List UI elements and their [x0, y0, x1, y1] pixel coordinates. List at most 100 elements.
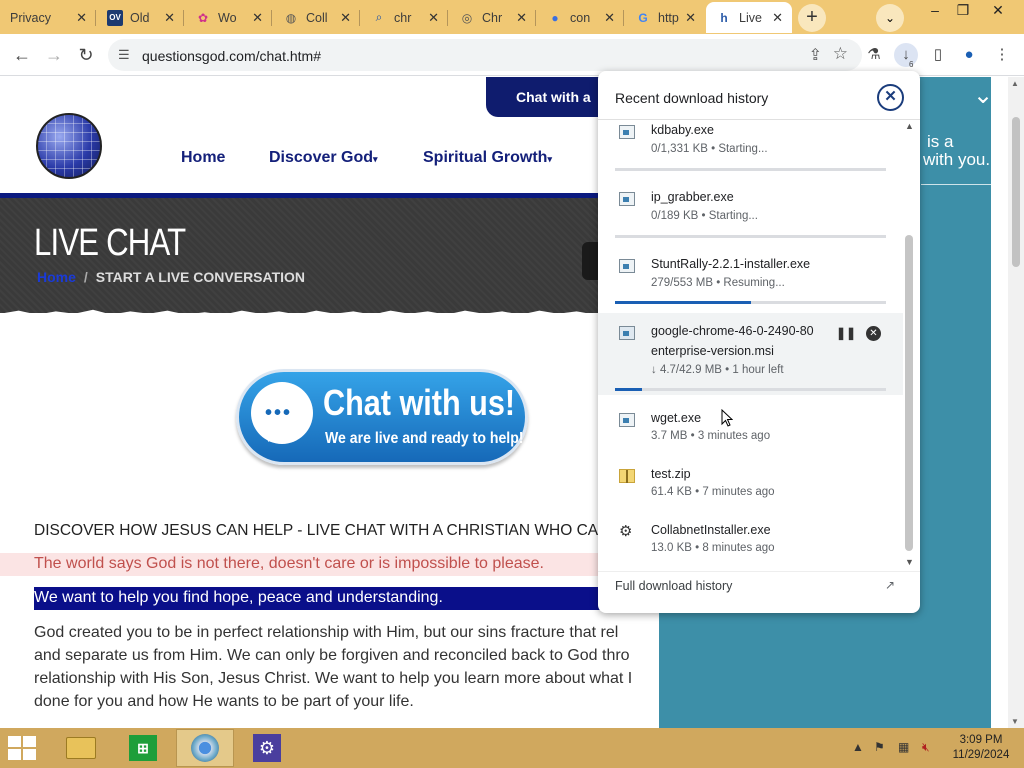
restore-icon[interactable]: ❐ — [950, 0, 976, 22]
tray-expand-icon[interactable]: ▲ — [852, 740, 864, 754]
caret-icon: ▾ — [373, 154, 378, 164]
scrollbar-thumb[interactable] — [1012, 117, 1020, 267]
body-line: and separate us from Him. We can only be… — [34, 647, 630, 664]
tab-label: Privacy — [10, 10, 51, 25]
labs-flask-icon[interactable]: ⚗ — [862, 43, 886, 67]
nav-discover-god[interactable]: Discover God▾ — [269, 149, 378, 167]
body-paragraph: God created you to be in perfect relatio… — [34, 621, 664, 713]
action-center-flag-icon[interactable]: ⚑ — [874, 740, 885, 754]
tab-http[interactable]: G http ✕ — [625, 2, 705, 33]
volume-muted-icon[interactable]: 🔇︎ — [922, 740, 930, 755]
chat-button-title: Chat with us! — [323, 382, 516, 423]
caret-icon: ▾ — [547, 154, 552, 164]
world-says-line: The world says God is not there, doesn't… — [0, 553, 620, 576]
download-list-scrollbar[interactable]: ▲ ▼ — [903, 119, 915, 571]
pause-icon[interactable]: ❚❚ — [836, 326, 856, 340]
hero-banner: LIVE CHAT Home / START A LIVE CONVERSATION — [0, 198, 620, 317]
tab-live[interactable]: h Live ✕ — [706, 2, 792, 33]
nav-home[interactable]: Home — [181, 149, 225, 167]
close-icon[interactable]: ✕ — [772, 10, 783, 26]
mouse-cursor-icon — [721, 408, 734, 433]
store-icon[interactable]: ⊞ — [114, 729, 172, 767]
download-item-ip-grabber[interactable]: ip_grabber.exe 0/189 KB • Starting... — [598, 186, 903, 239]
download-item-test-zip[interactable]: test.zip 61.4 KB • 7 minutes ago — [598, 462, 903, 510]
downloads-icon[interactable]: ↓ 6 — [894, 43, 918, 69]
tab-label: Chr — [482, 10, 503, 25]
site-info-icon[interactable]: ☰ — [118, 47, 130, 63]
bookmark-star-icon[interactable]: ☆ — [833, 44, 848, 64]
page-scrollbar[interactable]: ▲ ▼ — [1008, 77, 1024, 728]
tab-coll[interactable]: ◍ Coll ✕ — [273, 2, 360, 33]
reload-icon[interactable]: ↻ — [73, 42, 99, 68]
tab-label: http — [658, 10, 679, 25]
tab-old[interactable]: OV Old ✕ — [97, 2, 184, 33]
download-bubble: Recent download history ✕ kdbaby.exe 0/1… — [598, 71, 920, 613]
globe-favicon-icon: ◍ — [285, 10, 297, 25]
hope-text: We want to help you find hope, peace and… — [34, 589, 443, 606]
tab-label: Live — [739, 10, 762, 25]
close-icon[interactable]: ✕ — [164, 10, 175, 26]
close-icon[interactable]: ✕ — [516, 10, 527, 26]
download-status: 61.4 KB • 7 minutes ago — [651, 486, 775, 498]
close-icon[interactable]: ✕ — [252, 10, 263, 26]
tab-con[interactable]: ● con ✕ — [537, 2, 624, 33]
download-item-wget[interactable]: wget.exe 3.7 MB • 3 minutes ago — [598, 406, 903, 454]
site-logo-globe[interactable] — [36, 113, 102, 179]
system-clock[interactable]: 3:09 PM 11/29/2024 — [946, 733, 1016, 763]
tab-chr2[interactable]: ◎ Chr ✕ — [449, 2, 536, 33]
download-status: ↓ 4.7/42.9 MB • 1 hour left — [651, 364, 784, 376]
back-icon[interactable]: ← — [9, 42, 35, 68]
close-window-icon[interactable]: ✕ — [978, 0, 1018, 22]
side-panel-divider — [921, 184, 991, 185]
breadcrumb-home-link[interactable]: Home — [37, 269, 76, 285]
close-icon[interactable]: ✕ — [685, 10, 696, 26]
full-download-history-link[interactable]: Full download history — [615, 579, 732, 593]
download-filename: test.zip — [651, 467, 691, 481]
download-item-collabnet[interactable]: ⚙ CollabnetInstaller.exe 13.0 KB • 8 min… — [598, 518, 903, 566]
close-icon[interactable]: ✕ — [340, 10, 351, 26]
download-filename: StuntRally-2.2.1-installer.exe — [651, 257, 811, 271]
chat-with-us-button[interactable]: ••• Chat with us! We are live and ready … — [236, 369, 528, 465]
download-item-stuntrally[interactable]: StuntRally-2.2.1-installer.exe 279/553 M… — [598, 253, 903, 306]
settings-taskbar-icon[interactable]: ⚙ — [238, 729, 296, 767]
download-bubble-title: Recent download history — [615, 90, 769, 106]
file-explorer-icon[interactable] — [52, 729, 110, 767]
close-icon[interactable]: ✕ — [428, 10, 439, 26]
close-icon[interactable]: ✕ — [76, 10, 87, 26]
tab-privacy[interactable]: Privacy ✕ — [0, 2, 96, 33]
download-filename: ip_grabber.exe — [651, 190, 734, 204]
download-item-kdbaby[interactable]: kdbaby.exe 0/1,331 KB • Starting... — [598, 119, 903, 172]
windows-start-icon[interactable] — [8, 736, 38, 762]
close-icon[interactable]: ✕ — [877, 84, 904, 111]
tab-search-icon[interactable]: ⌄ — [876, 4, 904, 32]
profile-avatar-icon[interactable]: ● — [957, 43, 981, 67]
scrollbar-thumb[interactable] — [905, 235, 913, 551]
nav-spiritual-growth[interactable]: Spiritual Growth▾ — [423, 149, 552, 167]
forward-icon[interactable]: → — [41, 42, 67, 68]
menu-kebab-icon[interactable]: ⋮ — [990, 43, 1014, 67]
open-external-icon[interactable]: ↗ — [885, 578, 895, 592]
chevron-down-icon[interactable]: ⌄ — [973, 81, 993, 110]
installer-gear-icon: ⚙ — [619, 523, 633, 540]
side-panel-icon[interactable]: ▯ — [926, 43, 950, 67]
minimize-icon[interactable]: – — [922, 0, 948, 22]
exe-file-icon — [619, 413, 635, 427]
chat-button-subtitle: We are live and ready to help! — [325, 430, 524, 447]
chrome-taskbar-icon[interactable] — [176, 729, 234, 767]
google-favicon-icon: G — [638, 10, 648, 25]
download-status: 0/1,331 KB • Starting... — [651, 143, 768, 155]
address-bar[interactable]: ☰ questionsgod.com/chat.htm# ⇪ ☆ — [108, 39, 862, 71]
tab-label: Wo — [218, 10, 237, 25]
download-item-google-chrome[interactable]: google-chrome-46-0-2490-80 enterprise-ve… — [598, 313, 903, 395]
download-filename: CollabnetInstaller.exe — [651, 523, 771, 537]
chat-banner[interactable]: Chat with a — [486, 77, 616, 117]
share-icon[interactable]: ⇪ — [809, 45, 822, 65]
download-filename: kdbaby.exe — [651, 123, 715, 137]
new-tab-button[interactable]: + — [798, 4, 826, 32]
network-icon[interactable]: ▦ — [898, 740, 909, 754]
download-filename-line2: enterprise-version.msi — [651, 344, 774, 358]
close-icon[interactable]: ✕ — [604, 10, 615, 26]
tab-chr[interactable]: ⌕ chr ✕ — [361, 2, 448, 33]
tab-wo[interactable]: ✿ Wo ✕ — [185, 2, 272, 33]
cancel-icon[interactable]: ✕ — [866, 326, 881, 341]
